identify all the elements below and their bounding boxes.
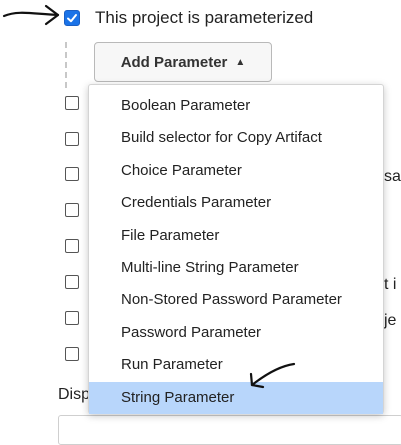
option-checkbox[interactable]	[65, 167, 79, 181]
option-checkbox[interactable]	[65, 311, 79, 325]
menu-item-choice-parameter[interactable]: Choice Parameter	[89, 155, 383, 187]
option-text-fragment: je	[384, 312, 397, 329]
menu-item-multiline-string-parameter[interactable]: Multi-line String Parameter	[89, 252, 383, 284]
checkmark-icon	[67, 14, 77, 23]
add-parameter-label: Add Parameter	[120, 53, 228, 71]
section-indent-line	[65, 42, 67, 88]
annotation-arrow-selected	[249, 362, 296, 389]
annotation-arrow-top	[2, 4, 60, 26]
display-name-label: Disp	[58, 386, 91, 403]
menu-item-non-stored-password-parameter[interactable]: Non-Stored Password Parameter	[89, 284, 383, 316]
option-checkbox[interactable]	[65, 203, 79, 217]
menu-item-file-parameter[interactable]: File Parameter	[89, 220, 383, 252]
option-checkbox[interactable]	[65, 275, 79, 289]
add-parameter-button[interactable]: Add Parameter ▲	[94, 42, 272, 82]
caret-up-icon: ▲	[235, 56, 246, 68]
display-name-input[interactable]	[58, 415, 401, 445]
menu-item-password-parameter[interactable]: Password Parameter	[89, 317, 383, 349]
menu-item-run-parameter[interactable]: Run Parameter	[89, 349, 383, 381]
option-text-fragment: sa	[384, 168, 401, 185]
option-checkbox[interactable]	[65, 239, 79, 253]
menu-item-build-selector-copy-artifact[interactable]: Build selector for Copy Artifact	[89, 122, 383, 154]
option-text-fragment: t i	[384, 276, 397, 293]
option-checkbox[interactable]	[65, 96, 79, 110]
parameterized-label: This project is parameterized	[95, 8, 314, 27]
parameterized-checkbox[interactable]	[64, 10, 80, 26]
parameter-dropdown-menu: Boolean Parameter Build selector for Cop…	[88, 84, 384, 414]
option-checkbox[interactable]	[65, 347, 79, 361]
menu-item-credentials-parameter[interactable]: Credentials Parameter	[89, 187, 383, 219]
option-checkbox[interactable]	[65, 132, 79, 146]
menu-item-boolean-parameter[interactable]: Boolean Parameter	[89, 90, 383, 122]
menu-item-string-parameter[interactable]: String Parameter	[89, 381, 383, 414]
